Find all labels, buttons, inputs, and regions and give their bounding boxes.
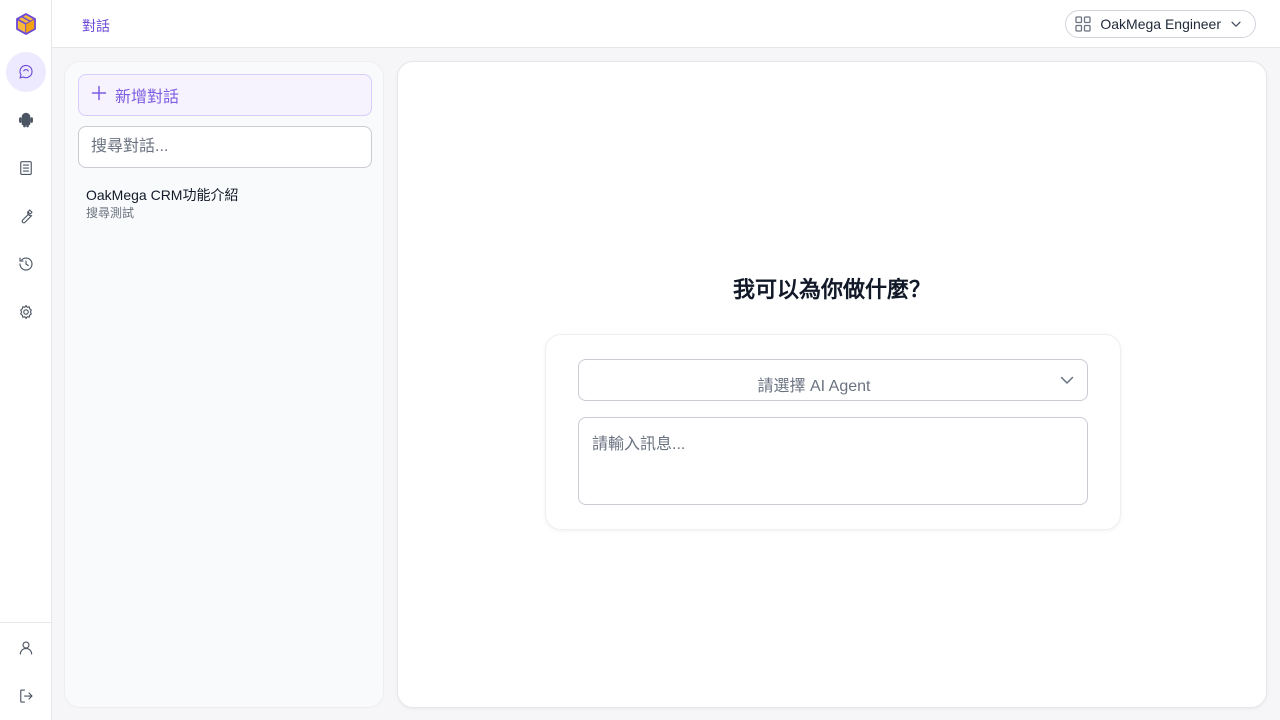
ai-agent-select-placeholder: 請選擇 AI Agent	[757, 378, 871, 395]
new-conversation-label: 新增對話	[115, 89, 180, 106]
conversation-panel: 新增對話 OakMega CRM功能介紹 搜尋測試	[64, 61, 384, 708]
breadcrumb[interactable]: 對話	[82, 16, 110, 36]
top-bar: 對話 OakMega Engineer	[52, 0, 1280, 48]
chat-main-panel: 我可以為你做什麼？ 請選擇 AI Agent	[397, 61, 1267, 708]
rail-item-logout[interactable]	[6, 676, 46, 716]
logout-icon	[20, 689, 33, 703]
org-name: OakMega Engineer	[1100, 16, 1221, 32]
chat-icon	[19, 64, 33, 79]
chevron-down-icon	[1229, 17, 1243, 31]
new-conversation-button[interactable]: 新增對話	[78, 74, 372, 116]
ai-agent-select[interactable]: 請選擇 AI Agent	[578, 359, 1088, 401]
wrench-icon	[21, 209, 33, 224]
conversation-search-input[interactable]	[78, 126, 372, 168]
conversation-subtitle: 搜尋測試	[86, 206, 135, 220]
chevron-down-icon	[1059, 372, 1075, 393]
left-rail	[0, 0, 52, 720]
rail-item-agents[interactable]	[6, 100, 46, 140]
grid-icon	[1074, 15, 1092, 33]
oakmega-logo-icon[interactable]	[14, 12, 38, 36]
compose-card: 請選擇 AI Agent	[545, 334, 1121, 530]
rail-item-documents[interactable]	[6, 148, 46, 188]
document-icon	[20, 161, 32, 175]
rail-item-tools[interactable]	[6, 196, 46, 236]
rail-item-profile[interactable]	[6, 628, 46, 668]
android-robot-icon	[19, 112, 33, 128]
rail-item-history[interactable]	[6, 244, 46, 284]
plus-icon	[91, 85, 107, 106]
conversation-title: OakMega CRM功能介紹	[86, 187, 239, 203]
rail-divider	[0, 622, 51, 623]
org-switcher[interactable]: OakMega Engineer	[1065, 10, 1256, 38]
rail-item-chat[interactable]	[6, 52, 46, 92]
user-icon	[19, 641, 33, 655]
welcome-headline: 我可以為你做什麼？	[732, 277, 931, 302]
rail-item-settings[interactable]	[6, 292, 46, 332]
message-input[interactable]	[578, 417, 1088, 505]
gear-icon	[20, 305, 32, 319]
history-icon	[19, 257, 33, 271]
conversation-list-item[interactable]: OakMega CRM功能介紹 搜尋測試	[78, 186, 372, 230]
